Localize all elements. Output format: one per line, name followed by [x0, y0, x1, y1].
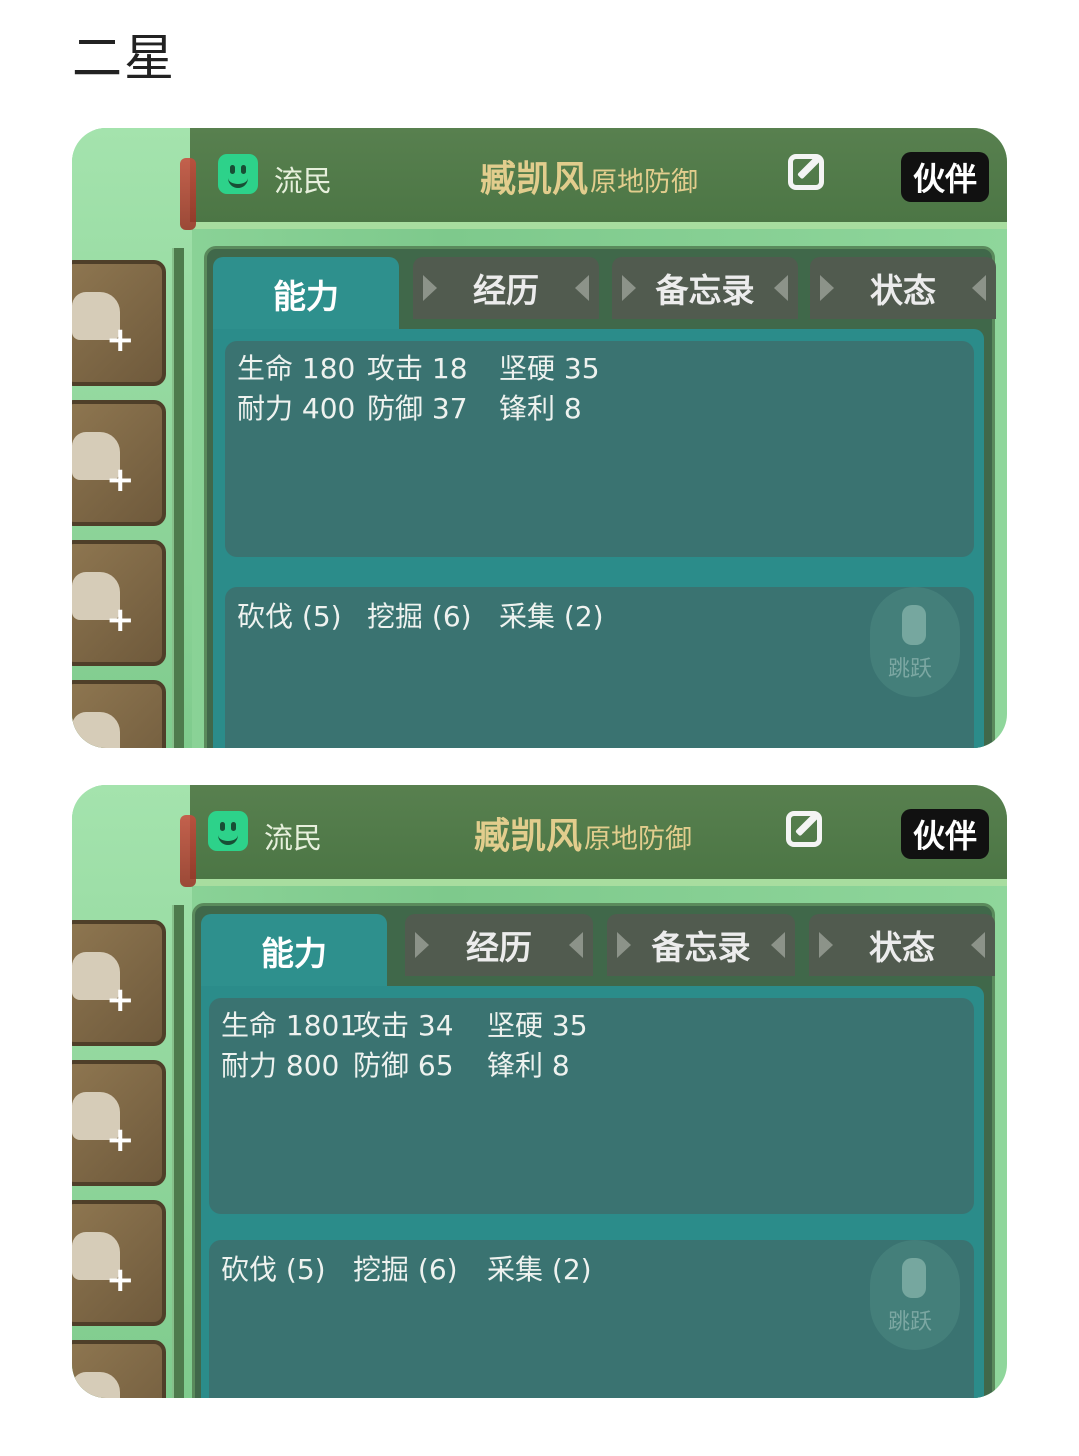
- tab-memo[interactable]: 备忘录: [612, 257, 798, 319]
- tab-memo[interactable]: 备忘录: [607, 914, 795, 976]
- weapon-icon: [72, 712, 120, 748]
- injury-mark: [180, 815, 196, 887]
- character-name: 臧凯风: [480, 159, 589, 200]
- stats-row-2: 耐力 800 防御 65 锋利 8: [221, 1044, 570, 1084]
- stat-sharpness: 锋利 8: [487, 1049, 570, 1082]
- info-panel: 能力 经历 备忘录 状态 生命 180 攻击 18 坚硬 35 耐力 400 防御 3…: [204, 246, 996, 748]
- stat-attack: 攻击 18: [367, 352, 468, 385]
- smiley-face-icon: [218, 154, 258, 194]
- equipment-slot-weapon[interactable]: [72, 1340, 166, 1398]
- class-label: 流民: [264, 821, 323, 855]
- jump-icon: [902, 605, 926, 645]
- equipment-slot-helmet[interactable]: +: [72, 260, 166, 386]
- add-icon: +: [106, 980, 135, 1020]
- tab-status[interactable]: 状态: [809, 914, 995, 976]
- injury-mark: [180, 158, 196, 230]
- stat-hp: 生命 180: [237, 352, 356, 385]
- add-icon: +: [106, 320, 135, 360]
- skill-chop: 砍伐 (5): [237, 600, 342, 633]
- behavior-mode: 原地防御: [584, 824, 693, 855]
- tab-ability[interactable]: 能力: [213, 257, 399, 331]
- tab-history[interactable]: 经历: [405, 914, 593, 976]
- weapon-icon: [72, 1372, 120, 1398]
- tab-ability[interactable]: 能力: [201, 914, 387, 988]
- skills-box: 砍伐 (5) 挖掘 (6) 采集 (2) 跳跃: [209, 1240, 974, 1398]
- divider-line: [172, 248, 184, 748]
- stats-box: 生命 180 攻击 18 坚硬 35 耐力 400 防御 37 锋利 8: [225, 341, 974, 557]
- jump-icon: [902, 1258, 926, 1298]
- stat-defense: 防御 37: [367, 392, 468, 425]
- ability-content: 生命 180 攻击 18 坚硬 35 耐力 400 防御 37 锋利 8 砍伐 (5) …: [213, 329, 984, 748]
- stat-attack: 攻击 34: [353, 1009, 454, 1042]
- add-icon: +: [106, 460, 135, 500]
- skill-chop: 砍伐 (5): [221, 1253, 326, 1286]
- info-panel: 能力 经历 备忘录 状态 生命 1801攻击 34 坚硬 35 耐力 800 防御 …: [192, 903, 995, 1398]
- jump-button[interactable]: 跳跃: [870, 1240, 960, 1350]
- jump-label: 跳跃: [888, 657, 933, 682]
- stats-row-1: 生命 180 攻击 18 坚硬 35: [237, 347, 600, 387]
- character-name: 臧凯风: [474, 816, 583, 857]
- skill-dig: 挖掘 (6): [353, 1253, 458, 1286]
- edit-icon[interactable]: [788, 154, 824, 190]
- stats-row-2: 耐力 400 防御 37 锋利 8: [237, 387, 582, 427]
- smiley-face-icon: [208, 811, 248, 851]
- equipment-slot-boots[interactable]: +: [72, 1200, 166, 1326]
- add-icon: +: [106, 1120, 135, 1160]
- skill-gather: 采集 (2): [487, 1253, 592, 1286]
- edit-icon[interactable]: [786, 811, 822, 847]
- character-name-block: 臧凯风原地防御: [480, 150, 698, 202]
- character-header: 流民 臧凯风原地防御 伙伴: [190, 128, 1007, 229]
- jump-button[interactable]: 跳跃: [870, 587, 960, 697]
- screenshot-card-1: + + + 流民 臧凯风原地防御 伙伴 能力 经历 备忘录 状态 生命 180 攻…: [72, 128, 1007, 748]
- class-label: 流民: [274, 164, 333, 198]
- divider-line: [172, 905, 184, 1398]
- skills-box: 砍伐 (5) 挖掘 (6) 采集 (2) 跳跃: [225, 587, 974, 748]
- page-heading: 二星: [72, 29, 176, 87]
- stat-hardness: 坚硬 35: [487, 1009, 588, 1042]
- partner-button[interactable]: 伙伴: [900, 809, 989, 859]
- tab-history[interactable]: 经历: [413, 257, 599, 319]
- stat-stamina: 耐力 800: [221, 1049, 340, 1082]
- stat-defense: 防御 65: [353, 1049, 454, 1082]
- partner-button[interactable]: 伙伴: [900, 152, 989, 202]
- stat-stamina: 耐力 400: [237, 392, 356, 425]
- equipment-slot-armor[interactable]: +: [72, 400, 166, 526]
- add-icon: +: [106, 1260, 135, 1300]
- equipment-slot-armor[interactable]: +: [72, 1060, 166, 1186]
- stat-hp: 生命 1801: [221, 1009, 358, 1042]
- skill-gather: 采集 (2): [499, 600, 604, 633]
- equipment-slot-weapon[interactable]: [72, 680, 166, 748]
- stat-sharpness: 锋利 8: [499, 392, 582, 425]
- equipment-slot-helmet[interactable]: +: [72, 920, 166, 1046]
- stats-box: 生命 1801攻击 34 坚硬 35 耐力 800 防御 65 锋利 8: [209, 998, 974, 1214]
- equipment-slot-boots[interactable]: +: [72, 540, 166, 666]
- tab-status[interactable]: 状态: [810, 257, 996, 319]
- character-header: 流民 臧凯风原地防御 伙伴: [190, 785, 1007, 886]
- stat-hardness: 坚硬 35: [499, 352, 600, 385]
- ability-content: 生命 1801攻击 34 坚硬 35 耐力 800 防御 65 锋利 8 砍伐 (5)…: [201, 986, 984, 1398]
- character-name-block: 臧凯风原地防御: [474, 807, 692, 859]
- screenshot-card-2: + + + 流民 臧凯风原地防御 伙伴 能力 经历 备忘录 状态 生命 1801…: [72, 785, 1007, 1398]
- skill-dig: 挖掘 (6): [367, 600, 472, 633]
- behavior-mode: 原地防御: [590, 167, 699, 198]
- jump-label: 跳跃: [888, 1310, 933, 1335]
- add-icon: +: [106, 600, 135, 640]
- stats-row-1: 生命 1801攻击 34 坚硬 35: [221, 1004, 588, 1044]
